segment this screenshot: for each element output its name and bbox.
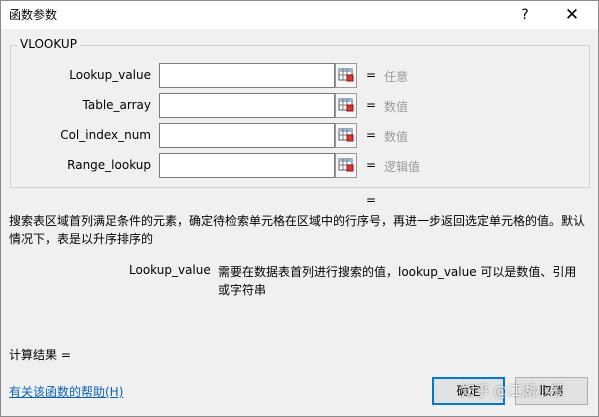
- function-name: VLOOKUP: [17, 37, 80, 51]
- lookup-value-input[interactable]: [159, 63, 335, 88]
- close-button[interactable]: ✕: [558, 4, 586, 26]
- title-bar: 函数参数 ? ✕: [1, 1, 598, 29]
- param-label-lookup-value: Lookup_value: [69, 68, 151, 82]
- param-label-col-index-num: Col_index_num: [60, 128, 151, 142]
- watermark: 知乎 @江湖小乐: [461, 384, 564, 400]
- param-equals: =: [366, 128, 377, 142]
- param-label-table-array: Table_array: [82, 98, 152, 112]
- function-description: 搜索表区域首列满足条件的元素，确定待检索单元格在区域中的行序号，再进一步返回选定…: [9, 214, 586, 246]
- help-button[interactable]: ?: [514, 4, 536, 26]
- function-arguments-dialog: 函数参数 ? ✕ VLOOKUP Lookup_value = 任意 Table…: [0, 0, 599, 417]
- param-hint: 数值: [384, 100, 409, 114]
- calc-result-label: 计算结果 =: [9, 348, 71, 362]
- argument-help-name: Lookup_value: [129, 263, 211, 277]
- arguments-group: VLOOKUP Lookup_value = 任意 Table_array = …: [10, 37, 590, 188]
- col-index-num-input[interactable]: [159, 123, 335, 148]
- param-hint: 任意: [384, 70, 409, 84]
- argument-help-text: 需要在数据表首列进行搜索的值，lookup_value 可以是数值、引用或字符串: [218, 265, 577, 297]
- range-select-icon[interactable]: [335, 93, 357, 118]
- range-lookup-input[interactable]: [159, 153, 335, 178]
- range-select-icon[interactable]: [335, 153, 357, 178]
- table-array-input[interactable]: [159, 93, 335, 118]
- range-select-icon[interactable]: [335, 63, 357, 88]
- param-equals: =: [366, 158, 377, 172]
- range-select-icon[interactable]: [335, 123, 357, 148]
- dialog-title: 函数参数: [9, 8, 58, 22]
- param-label-range-lookup: Range_lookup: [67, 158, 151, 172]
- param-hint: 逻辑值: [384, 160, 421, 174]
- function-result-equals: =: [366, 193, 377, 207]
- param-hint: 数值: [384, 130, 409, 144]
- function-help-link[interactable]: 有关该函数的帮助(H): [9, 383, 123, 400]
- param-equals: =: [366, 68, 377, 82]
- param-equals: =: [366, 98, 377, 112]
